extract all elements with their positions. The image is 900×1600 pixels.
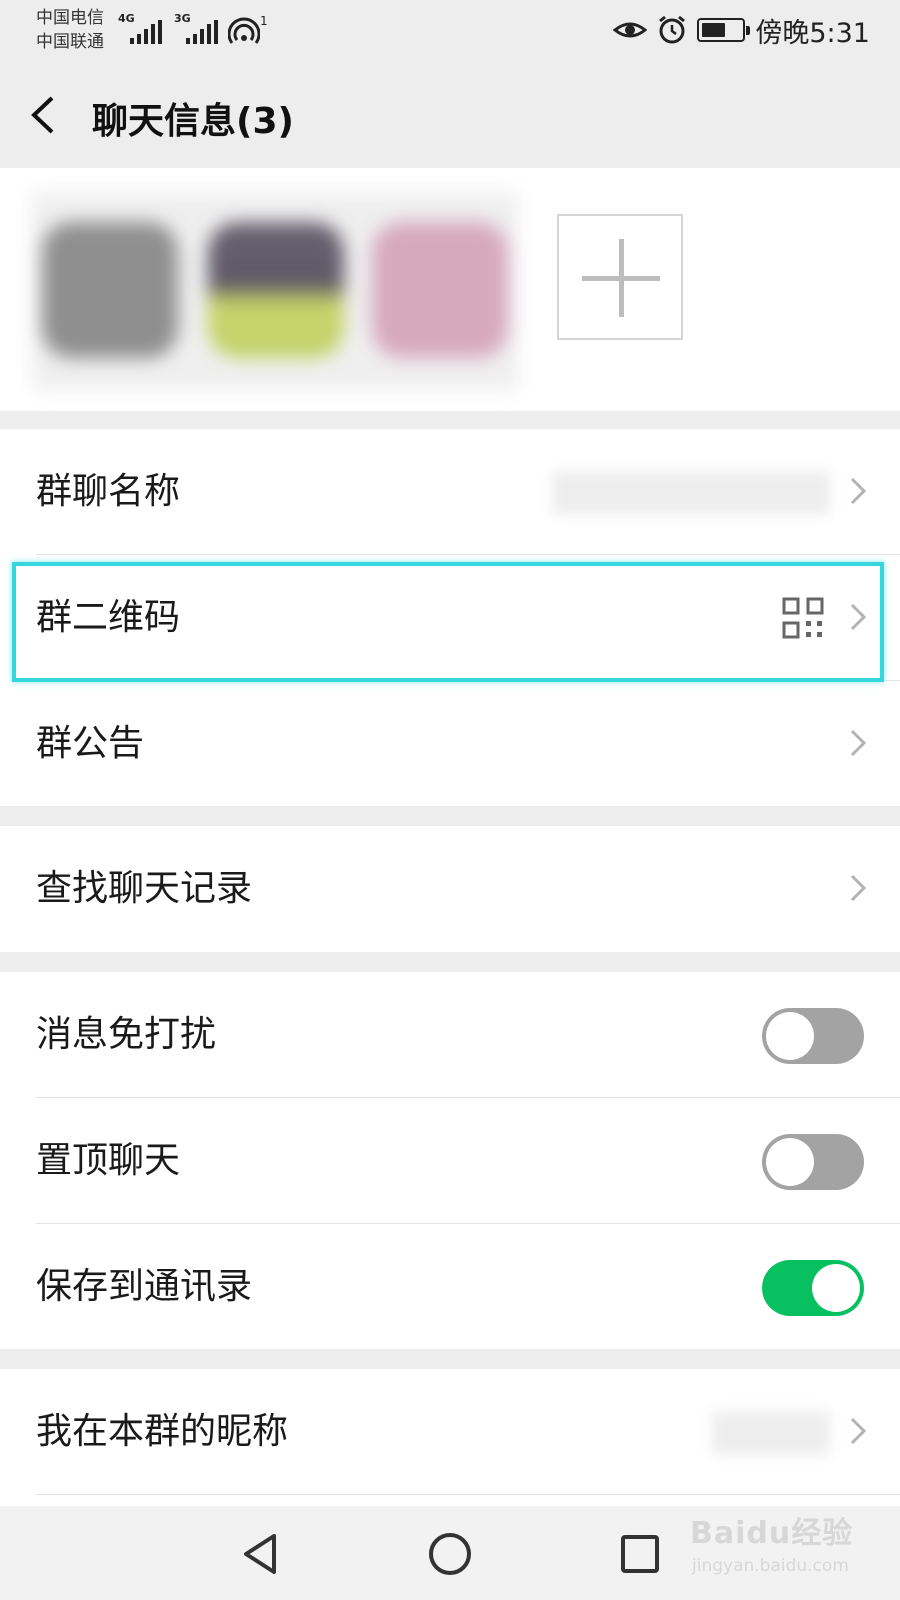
chevron-left-icon <box>31 96 54 134</box>
row-group-qrcode[interactable]: 群二维码 <box>0 555 900 681</box>
status-time: 傍晚5:31 <box>755 17 870 49</box>
row-group-notice[interactable]: 群公告 <box>0 681 900 807</box>
row-group-notice-label: 群公告 <box>36 723 145 764</box>
nickname-section: 我在本群的昵称 <box>0 1369 900 1506</box>
row-mute: 消息免打扰 <box>0 972 900 1098</box>
nav-back-button[interactable] <box>232 1524 292 1584</box>
search-section: 查找聊天记录 <box>0 826 900 952</box>
toggle-section: 消息免打扰 置顶聊天 保存到通讯录 <box>0 972 900 1349</box>
row-my-nickname-label: 我在本群的昵称 <box>36 1411 289 1452</box>
status-bar: 中国电信 中国联通 4G 3G 1 傍晚5:31 <box>0 0 900 62</box>
home-nav-icon <box>429 1533 471 1575</box>
row-group-name[interactable]: 群聊名称 <box>0 429 900 555</box>
row-group-qrcode-label: 群二维码 <box>36 597 181 638</box>
baidu-watermark: Baidu经验 jingyan.baidu.com <box>690 1504 870 1594</box>
alarm-icon <box>659 15 686 44</box>
row-search-history-label: 查找聊天记录 <box>36 868 253 909</box>
toggle-knob <box>766 1012 814 1060</box>
carrier-2: 中国联通 <box>36 32 104 52</box>
avatar-strip <box>32 192 518 390</box>
row-save-contacts-label: 保存到通讯录 <box>36 1266 253 1307</box>
watermark-brand: Baidu经验 <box>690 1516 854 1551</box>
carrier-1: 中国电信 <box>36 8 104 28</box>
row-my-nickname[interactable]: 我在本群的昵称 <box>0 1369 900 1495</box>
hotspot-count: 1 <box>260 14 268 28</box>
divider <box>36 1494 900 1495</box>
eye-icon <box>613 22 648 38</box>
chevron-right-icon <box>850 874 866 902</box>
mute-toggle[interactable] <box>762 1008 864 1064</box>
save-contacts-toggle[interactable] <box>762 1260 864 1316</box>
back-button[interactable] <box>26 90 66 140</box>
toggle-knob <box>766 1138 814 1186</box>
nav-recents-button[interactable] <box>610 1524 670 1584</box>
header: 聊天信息(3) <box>0 62 900 168</box>
row-search-history[interactable]: 查找聊天记录 <box>0 826 900 952</box>
carrier-names: 中国电信 中国联通 <box>36 6 104 54</box>
row-save-contacts: 保存到通讯录 <box>0 1224 900 1350</box>
row-group-name-label: 群聊名称 <box>36 471 181 512</box>
sticky-toggle[interactable] <box>762 1134 864 1190</box>
status-right: 傍晚5:31 <box>613 10 870 50</box>
signal-4g-icon: 4G <box>118 12 164 46</box>
avatar[interactable] <box>208 222 344 358</box>
chevron-right-icon <box>850 729 866 757</box>
page-title: 聊天信息(3) <box>92 101 294 142</box>
group-info-section: 群聊名称 群二维码 群公告 <box>0 429 900 806</box>
hotspot-icon: 1 <box>228 12 272 46</box>
row-mute-label: 消息免打扰 <box>36 1014 217 1055</box>
watermark-url: jingyan.baidu.com <box>692 1556 849 1576</box>
recents-nav-icon <box>621 1535 659 1573</box>
signal-3g-icon: 3G <box>174 12 220 46</box>
chevron-right-icon <box>850 603 866 631</box>
chevron-right-icon <box>850 477 866 505</box>
battery-level-fill <box>702 23 726 37</box>
back-nav-icon <box>244 1534 276 1574</box>
add-member-button[interactable] <box>557 214 683 340</box>
member-grid <box>0 168 900 411</box>
battery-icon <box>697 18 751 42</box>
qr-code-icon <box>782 597 824 639</box>
toggle-knob <box>812 1264 860 1312</box>
nav-home-button[interactable] <box>420 1524 480 1584</box>
avatar[interactable] <box>42 222 178 358</box>
nickname-value <box>712 1411 830 1455</box>
avatar[interactable] <box>372 222 508 358</box>
row-sticky: 置顶聊天 <box>0 1098 900 1224</box>
group-name-value <box>552 471 830 515</box>
row-sticky-label: 置顶聊天 <box>36 1140 181 1181</box>
chevron-right-icon <box>850 1417 866 1445</box>
